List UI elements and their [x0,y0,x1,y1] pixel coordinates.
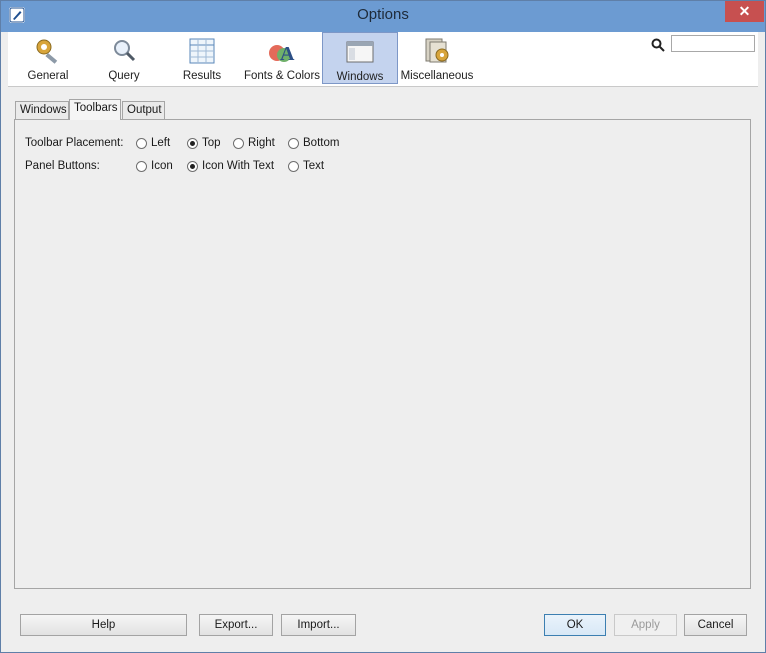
radio-label: Text [303,160,325,172]
tab-toolbars[interactable]: Toolbars [69,99,121,120]
table-icon [189,38,215,64]
toolbar-label: General [27,70,69,82]
toolbar-item-miscellaneous[interactable]: Miscellaneous [400,32,474,84]
search-input[interactable] [671,35,755,52]
tab-label: Toolbars [74,102,118,114]
help-button[interactable]: Help [20,614,187,636]
cancel-button[interactable]: Cancel [684,614,747,636]
window-icon [346,41,374,63]
buttons-icon-with-text-radio[interactable]: Icon With Text [187,160,274,172]
tab-windows[interactable]: Windows [15,101,69,119]
radio-label: Icon [151,160,173,172]
placement-right-radio[interactable]: Right [233,137,275,149]
toolbar-label: Miscellaneous [400,70,474,82]
toolbar-item-results[interactable]: Results [166,32,238,84]
placement-top-radio[interactable]: Top [187,137,221,149]
radio-label: Right [248,137,275,149]
panel-buttons-label: Panel Buttons: [25,160,100,172]
radio-circle[interactable] [136,160,147,172]
buttons-icon-radio[interactable]: Icon [136,160,173,172]
import-button[interactable]: Import... [281,614,356,636]
radio-circle[interactable] [136,137,147,149]
toolbar-placement-label: Toolbar Placement: [25,137,124,149]
radio-label: Icon With Text [202,160,275,172]
window-title: Options [357,6,409,23]
radio-label: Bottom [303,137,340,149]
radio-circle[interactable] [288,137,299,149]
radio-circle[interactable] [288,160,299,172]
radio-label: Left [151,137,171,149]
toolbar-item-general[interactable]: General [12,32,84,84]
placement-left-radio[interactable]: Left [136,137,170,149]
toolbar-item-fonts-colors[interactable]: A Fonts & Colors [242,32,322,84]
misc-gear-icon [425,38,449,63]
apply-button[interactable]: Apply [614,614,677,636]
title-bar[interactable]: Options ✕ [1,1,765,32]
magnifier-icon [114,40,136,62]
radio-circle[interactable] [187,137,198,149]
radio-circle[interactable] [233,137,244,149]
toolbar-label: Results [182,70,222,82]
toolbar-item-query[interactable]: Query [88,32,160,84]
buttons-text-radio[interactable]: Text [288,160,324,172]
radio-circle[interactable] [187,160,198,172]
font-color-icon: A [269,43,295,65]
gear-wrench-icon [36,39,58,64]
placement-bottom-radio[interactable]: Bottom [288,137,339,149]
tab-output[interactable]: Output [122,101,165,119]
svg-text:A: A [280,43,295,65]
toolbar-label: Windows [336,71,384,83]
options-window: Options ✕ General Query Results A Fonts … [0,0,766,653]
toolbar-label: Fonts & Colors [243,70,321,82]
tab-label: Windows [20,104,67,116]
search-icon [651,38,665,55]
export-button[interactable]: Export... [199,614,273,636]
toolbar-item-windows[interactable]: Windows [322,32,398,84]
tab-label: Output [127,104,162,116]
toolbars-panel: Toolbar Placement: Left Top Right Bottom… [14,119,751,589]
radio-label: Top [202,137,221,149]
ok-button[interactable]: OK [544,614,606,636]
options-toolbar: General Query Results A Fonts & Colors W… [8,32,758,87]
toolbar-label: Query [108,70,140,82]
close-button[interactable]: ✕ [725,1,764,22]
